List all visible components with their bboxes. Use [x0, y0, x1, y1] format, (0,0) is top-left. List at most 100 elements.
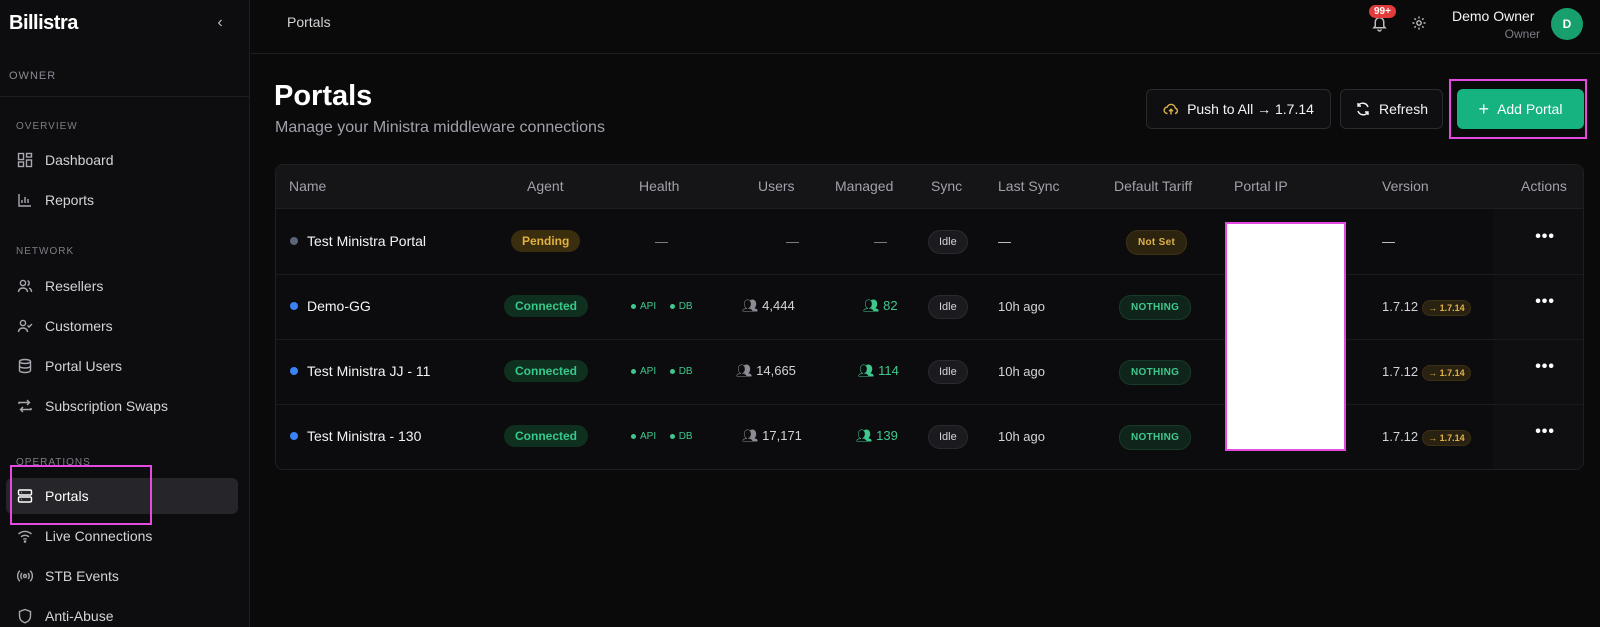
column-header-users[interactable]: Users: [758, 178, 795, 194]
status-dot: [290, 302, 298, 310]
sync-status-badge: Idle: [928, 360, 968, 384]
column-header-default-tariff[interactable]: Default Tariff: [1114, 178, 1192, 194]
breadcrumb[interactable]: Portals: [287, 14, 331, 30]
column-header-health[interactable]: Health: [639, 178, 679, 194]
sidebar-item-anti-abuse[interactable]: Anti-Abuse: [6, 598, 238, 627]
sidebar-item-resellers[interactable]: Resellers: [6, 268, 238, 304]
column-header-portal-ip[interactable]: Portal IP: [1234, 178, 1288, 194]
sidebar-item-label: Dashboard: [45, 152, 114, 168]
portals-highlight-box: [10, 465, 152, 525]
table-row[interactable]: Test Ministra Portal Pending — — — Idle …: [276, 210, 1583, 275]
users-value: 👥︎ 17,171: [742, 428, 802, 444]
users-icon: 👥︎: [742, 298, 759, 313]
last-sync-value: —: [998, 234, 1011, 249]
agent-status-badge: Connected: [504, 360, 589, 382]
sidebar-item-label: Anti-Abuse: [45, 608, 114, 624]
portal-name[interactable]: Test Ministra JJ - 11: [290, 363, 430, 379]
row-actions-menu-icon[interactable]: •••: [1535, 423, 1555, 441]
managed-value: 👥︎ 114: [858, 363, 899, 379]
managed-users-icon: 👥︎: [863, 298, 880, 313]
refresh-label: Refresh: [1378, 101, 1429, 117]
refresh-button[interactable]: Refresh: [1340, 89, 1443, 129]
managed-users-icon: 👥︎: [858, 363, 875, 378]
wifi-icon: [18, 530, 32, 543]
sidebar-item-portal-users[interactable]: Portal Users: [6, 348, 238, 384]
row-actions-menu-icon[interactable]: •••: [1535, 358, 1555, 376]
tariff-badge: NOTHING: [1119, 425, 1192, 450]
collapse-sidebar-icon[interactable]: ‹: [211, 12, 229, 34]
topbar: Portals: [251, 0, 1600, 54]
portal-ip-redaction: [1225, 222, 1346, 451]
portal-name-text: Test Ministra JJ - 11: [307, 363, 431, 379]
shield-icon: [18, 608, 32, 624]
column-header-sync[interactable]: Sync: [931, 178, 962, 194]
sidebar-item-label: Resellers: [45, 278, 104, 294]
tariff-badge: Not Set: [1126, 230, 1188, 255]
avatar[interactable]: D: [1551, 8, 1583, 40]
managed-value: 👥︎ 139: [856, 428, 898, 444]
health-db: DB: [678, 366, 693, 377]
column-header-agent[interactable]: Agent: [527, 178, 564, 194]
version-value: 1.7.12 → 1.7.14: [1382, 299, 1471, 316]
managed-count: 82: [883, 298, 898, 313]
row-actions-menu-icon[interactable]: •••: [1535, 293, 1555, 311]
health-db: DB: [678, 301, 693, 312]
row-actions-menu-icon[interactable]: •••: [1535, 228, 1555, 246]
swap-icon: [18, 399, 32, 413]
column-header-last-sync[interactable]: Last Sync: [998, 178, 1059, 194]
users-icon: [17, 279, 33, 293]
table-row[interactable]: Test Ministra JJ - 11 Connected API DB 👥…: [276, 340, 1583, 405]
bar-chart-icon: [18, 194, 31, 207]
sidebar-item-customers[interactable]: Customers: [6, 308, 238, 344]
users-value: —: [786, 234, 799, 249]
column-header-name[interactable]: Name: [289, 178, 326, 194]
add-portal-highlight-box: [1449, 79, 1587, 139]
version-value: 1.7.12 → 1.7.14: [1382, 364, 1471, 381]
users-value: 👥︎ 14,665: [736, 363, 796, 379]
sidebar-item-reports[interactable]: Reports: [6, 182, 238, 218]
gear-icon[interactable]: [1411, 15, 1427, 31]
health-indicators: API DB: [631, 431, 693, 442]
table-row[interactable]: Test Ministra - 130 Connected API DB 👥︎ …: [276, 405, 1583, 469]
portal-name[interactable]: Test Ministra Portal: [290, 233, 426, 249]
page-subtitle: Manage your Ministra middleware connecti…: [275, 119, 605, 136]
brand-logo[interactable]: Billistra: [9, 12, 78, 35]
users-count: 4,444: [762, 298, 795, 313]
version-update-badge: → 1.7.14: [1422, 300, 1471, 316]
push-to-all-button[interactable]: Push to All → 1.7.14: [1146, 89, 1331, 129]
version-text: 1.7.12: [1382, 299, 1419, 314]
managed-users-icon: 👥︎: [856, 428, 873, 443]
agent-status-badge: Pending: [511, 230, 581, 252]
sidebar-item-dashboard[interactable]: Dashboard: [6, 142, 238, 178]
health-indicators: API DB: [631, 366, 693, 377]
column-header-version[interactable]: Version: [1382, 178, 1429, 194]
health-api: API: [640, 366, 657, 377]
sidebar-item-live-connections[interactable]: Live Connections: [6, 518, 238, 554]
status-dot: [290, 432, 298, 440]
sidebar-item-stb-events[interactable]: STB Events: [6, 558, 238, 594]
sync-status-badge: Idle: [928, 230, 968, 254]
managed-count: 114: [878, 363, 899, 378]
portals-table: Name Agent Health Users Managed Sync Las…: [275, 164, 1584, 470]
column-header-managed[interactable]: Managed: [835, 178, 893, 194]
portal-name[interactable]: Demo-GG: [290, 298, 371, 314]
dashboard-icon: [17, 152, 33, 168]
portal-name[interactable]: Test Ministra - 130: [290, 428, 421, 444]
role-label: OWNER: [9, 70, 57, 82]
managed-count: 139: [876, 428, 898, 443]
last-sync-value: 10h ago: [998, 299, 1045, 314]
page-title: Portals: [274, 80, 373, 112]
sidebar-item-subscription-swaps[interactable]: Subscription Swaps: [6, 388, 238, 424]
table-row[interactable]: Demo-GG Connected API DB 👥︎ 4,444 👥︎ 82 …: [276, 275, 1583, 340]
cloud-upload-icon: [1163, 103, 1179, 115]
sidebar-item-label: Portal Users: [45, 358, 123, 374]
version-value: 1.7.12 → 1.7.14: [1382, 429, 1471, 446]
sidebar-item-label: STB Events: [45, 568, 119, 584]
user-check-icon: [17, 319, 33, 333]
status-dot: [290, 237, 298, 245]
sidebar-item-label: Reports: [45, 192, 95, 208]
section-network: NETWORK: [16, 246, 75, 257]
managed-value: —: [874, 234, 887, 249]
user-name[interactable]: Demo Owner: [1452, 8, 1534, 24]
sync-status-badge: Idle: [928, 295, 968, 319]
